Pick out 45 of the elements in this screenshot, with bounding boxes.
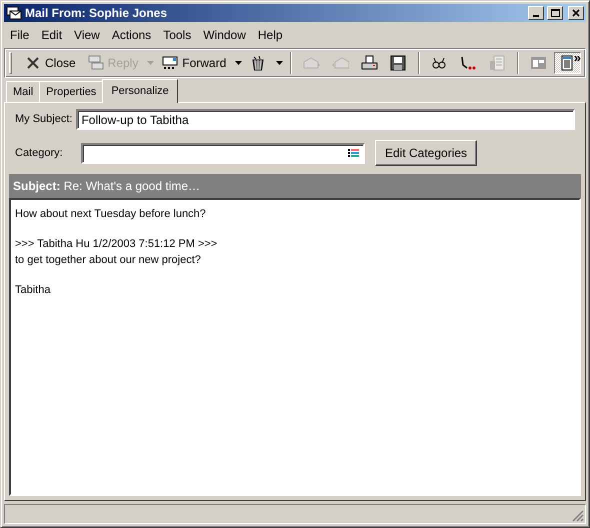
body-text: >>> Tabitha Hu 1/2/2003 7:51:12 PM >>> bbox=[15, 236, 218, 252]
menu-item[interactable]: Help bbox=[252, 24, 289, 46]
field-label: My Subject: bbox=[15, 112, 72, 128]
menu-item[interactable]: View bbox=[68, 24, 106, 46]
close-icon bbox=[571, 8, 581, 18]
subject-label: Subject: bbox=[13, 179, 60, 193]
field-label: Category: bbox=[15, 146, 64, 161]
menu-item[interactable]: Tools bbox=[157, 24, 198, 46]
form-icon bbox=[489, 55, 506, 71]
close-button[interactable] bbox=[568, 6, 584, 20]
save-icon bbox=[390, 55, 407, 71]
body-text: How about next Tuesday before lunch? bbox=[15, 207, 207, 222]
caret-icon bbox=[276, 61, 283, 65]
envelopes-icon bbox=[88, 55, 105, 71]
tab[interactable]: Mail bbox=[6, 80, 40, 102]
menu-item[interactable]: Edit bbox=[35, 24, 68, 46]
input-field[interactable] bbox=[81, 142, 365, 164]
input-field[interactable]: Follow-up to Tabitha bbox=[76, 109, 575, 130]
toolbar-button[interactable]: Forward bbox=[157, 51, 232, 75]
body-text: Tabitha bbox=[15, 282, 52, 298]
printer-icon bbox=[361, 55, 378, 71]
menu-item[interactable]: File bbox=[4, 24, 36, 46]
arrow-icon bbox=[460, 55, 477, 71]
menu-item[interactable]: Window bbox=[197, 24, 252, 46]
glasses-icon bbox=[431, 55, 448, 71]
maximize-icon bbox=[550, 8, 560, 18]
window-title: Mail From: Sophie Jones bbox=[25, 5, 168, 22]
layout-icon bbox=[530, 55, 547, 71]
caret-icon bbox=[234, 61, 242, 65]
list-icon bbox=[348, 148, 360, 158]
maximize-button[interactable] bbox=[547, 6, 563, 20]
toolbar-button[interactable]: Close bbox=[20, 51, 81, 75]
minimize-icon bbox=[533, 15, 539, 17]
overflow-button[interactable]: » bbox=[574, 51, 581, 64]
tab[interactable]: Properties bbox=[39, 80, 104, 102]
body-text: to get together about our new project? bbox=[15, 253, 202, 268]
minimize-button[interactable] bbox=[528, 6, 544, 20]
menu-item[interactable]: Actions bbox=[106, 24, 158, 46]
message-body[interactable]: How about next Tuesday before lunch? >>> Tabitha Hu 1/2/2003 7:51:12 PM >>> to get together about our new project? Tabitha bbox=[9, 198, 581, 496]
toolbar-button[interactable] bbox=[554, 52, 581, 74]
tab[interactable]: Personalize bbox=[102, 78, 178, 103]
caret-icon bbox=[146, 61, 154, 65]
mail-icon bbox=[6, 6, 22, 20]
subject-text: Re: What's a good time… bbox=[64, 179, 200, 193]
edit-categories-button[interactable]: Edit Categories bbox=[375, 140, 478, 166]
